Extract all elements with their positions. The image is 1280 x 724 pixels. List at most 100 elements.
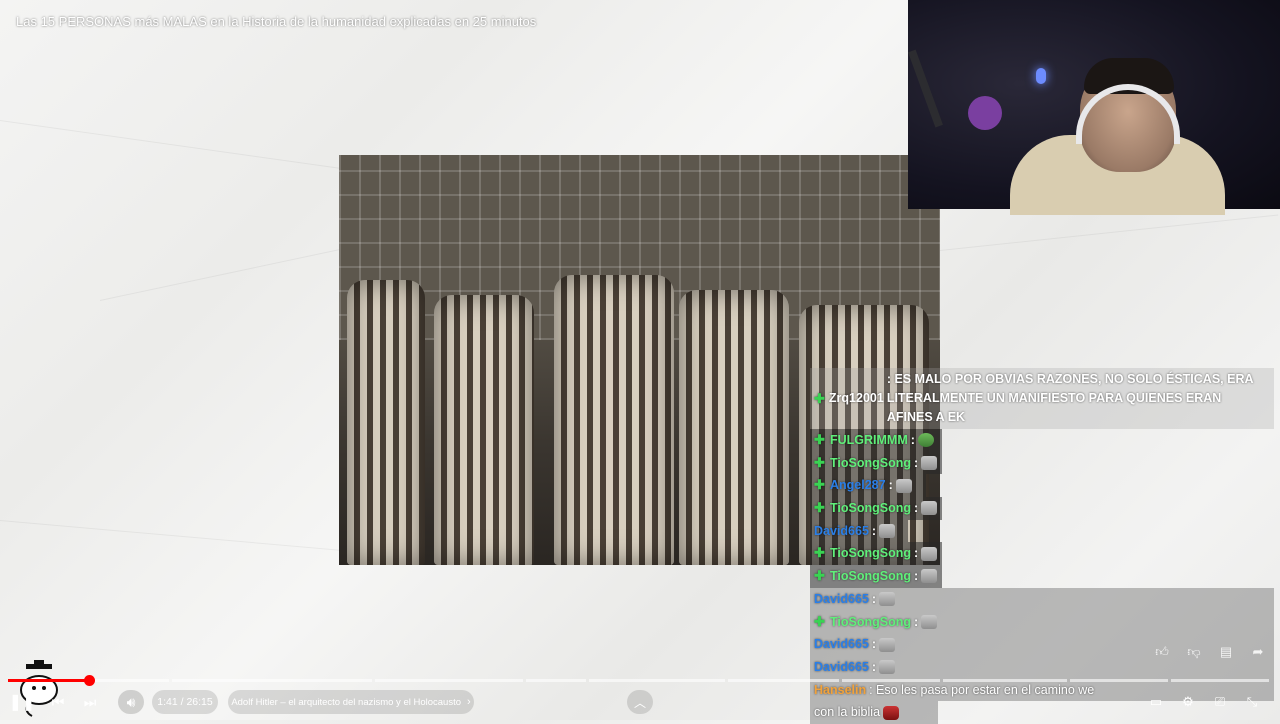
pause-button[interactable]: ❚❚ — [8, 690, 36, 714]
thumbs-up-icon[interactable]: 👍︎ — [1152, 644, 1172, 662]
chat-text: : — [871, 637, 877, 652]
time-display: 1:41 / 26:15 — [152, 690, 218, 714]
chat-message: ✚ FULGRIMMM : — [810, 429, 942, 452]
progress-played — [8, 679, 89, 682]
gear-icon[interactable]: ⚙ — [1178, 690, 1198, 714]
subscriber-badge-icon: ✚ — [814, 454, 825, 470]
microphone — [968, 96, 1002, 130]
chat-text: : — [914, 569, 919, 584]
chat-username: David665 — [814, 637, 869, 652]
chat-username: Angel287 — [830, 478, 886, 493]
expand-button[interactable]: ︿ — [627, 690, 653, 714]
striped-uniform — [554, 275, 674, 565]
chat-username: FULGRIMMM — [830, 433, 908, 447]
chat-text: : ES MALO POR OBVIAS RAZONES, NO SOLO ÉS… — [886, 372, 1254, 424]
chat-message: David665 : — [810, 519, 908, 543]
subscriber-badge-icon: ✚ — [814, 500, 825, 516]
next-icon: ⏭︎ — [83, 693, 97, 710]
chapter-segment[interactable] — [728, 679, 840, 682]
video-actions: 👍︎ 👎︎ ▤ ➦ — [1152, 644, 1268, 662]
chat-message: ✚ TioSongSong : — [810, 451, 942, 475]
chat-text: : — [888, 478, 893, 493]
striped-uniform — [347, 280, 425, 565]
chat-message: David665 : — [810, 587, 1274, 611]
chat-username: Zrq12001 — [828, 391, 884, 405]
pause-icon: ❚❚ — [8, 694, 36, 711]
chat-text: con la biblia — [814, 705, 881, 720]
chat-overlay: ✚ Zrq12001 : ES MALO POR OBVIAS RAZONES,… — [810, 368, 1274, 724]
subscriber-badge-icon: ✚ — [814, 477, 825, 493]
next-button[interactable]: ⏭︎ — [78, 690, 102, 714]
chat-message: ✚ Zrq12001 : ES MALO POR OBVIAS RAZONES,… — [810, 368, 1274, 429]
chat-message: ✚ Angel287 : — [810, 474, 926, 498]
chapter-segment[interactable] — [526, 679, 587, 682]
scrubber-handle[interactable] — [83, 675, 95, 686]
subscriber-badge-icon: ✚ — [814, 568, 825, 584]
chevron-up-icon: ︿ — [633, 695, 646, 710]
chat-username: TioSongSong — [830, 546, 912, 561]
cat-emote-icon — [921, 456, 938, 471]
striped-uniform — [679, 290, 789, 565]
chat-message: con la biblia — [810, 701, 938, 724]
chat-text: : — [871, 523, 877, 538]
chapter-segment[interactable] — [172, 679, 372, 682]
cat-emote-icon — [921, 569, 938, 584]
chat-text: : — [871, 591, 877, 606]
chat-username: TioSongSong — [830, 501, 912, 516]
exit-fullscreen-icon[interactable]: ⤡ — [1242, 690, 1262, 714]
chat-username: David665 — [814, 523, 869, 538]
striped-uniform — [434, 295, 534, 565]
cat-emote-icon — [879, 660, 896, 675]
chat-username: TioSongSong — [830, 569, 912, 584]
angry-emote-icon — [883, 705, 900, 720]
previous-button[interactable]: ⏮︎ — [46, 690, 70, 714]
paper-texture — [0, 520, 359, 553]
chat-text: : — [871, 659, 877, 674]
chat-message: ✚ TioSongSong : — [810, 497, 942, 520]
previous-icon: ⏮︎ — [51, 693, 65, 710]
chat-message: ✚ TioSongSong : — [810, 542, 942, 566]
chevron-right-icon: › — [467, 696, 471, 708]
chat-username: David665 — [814, 591, 869, 606]
frog-emote-icon — [917, 433, 934, 448]
cast-icon[interactable]: ⎚ — [1210, 690, 1230, 714]
chat-text: : — [914, 546, 919, 561]
subscriber-badge-icon: ✚ — [814, 391, 825, 406]
cat-emote-icon — [879, 524, 896, 539]
chat-text: : — [910, 433, 915, 447]
cat-emote-icon — [921, 614, 938, 629]
chat-text: : — [914, 501, 919, 516]
volume-button[interactable]: 🔊︎ — [118, 690, 144, 714]
thumbs-down-icon[interactable]: 👎︎ — [1184, 644, 1204, 662]
chat-text: : — [914, 455, 919, 470]
volume-icon: 🔊︎ — [126, 693, 136, 710]
paper-texture — [939, 214, 1279, 251]
cat-emote-icon — [879, 637, 896, 652]
cat-emote-icon — [921, 546, 938, 561]
chapter-title: Adolf Hitler – el arquitecto del nazismo… — [231, 696, 462, 708]
chat-username: TioSongSong — [830, 614, 912, 629]
right-controls: ▭ ⚙ ⎚ ⤡ — [1146, 690, 1262, 714]
video-title: Las 15 PERSONAS más MALAS en la Historia… — [16, 14, 537, 29]
chapter-segment[interactable] — [842, 679, 941, 682]
chapter-segment[interactable] — [943, 679, 1067, 682]
comment-icon[interactable]: ▤ — [1216, 644, 1236, 662]
chapter-segment[interactable] — [1069, 679, 1168, 682]
share-icon[interactable]: ➦ — [1248, 644, 1268, 662]
chapter-button[interactable]: Adolf Hitler – el arquitecto del nazismo… — [228, 690, 474, 714]
subtitles-icon[interactable]: ▭ — [1146, 690, 1166, 714]
cat-emote-icon — [879, 592, 896, 607]
webcam-light — [1036, 68, 1046, 84]
subscriber-badge-icon: ✚ — [814, 432, 825, 447]
chapter-segment[interactable] — [1170, 679, 1269, 682]
chapter-segment[interactable] — [374, 679, 524, 682]
subscriber-badge-icon: ✚ — [814, 545, 825, 561]
progress-bar[interactable] — [8, 675, 1272, 686]
chat-message: ✚ TioSongSong : — [810, 565, 942, 588]
chapter-segment[interactable] — [589, 679, 726, 682]
cat-emote-icon — [921, 501, 938, 516]
subscriber-badge-icon: ✚ — [814, 613, 825, 629]
chat-message: ✚ TioSongSong : — [810, 610, 1274, 634]
chat-username: David665 — [814, 659, 869, 674]
cat-emote-icon — [895, 478, 912, 493]
